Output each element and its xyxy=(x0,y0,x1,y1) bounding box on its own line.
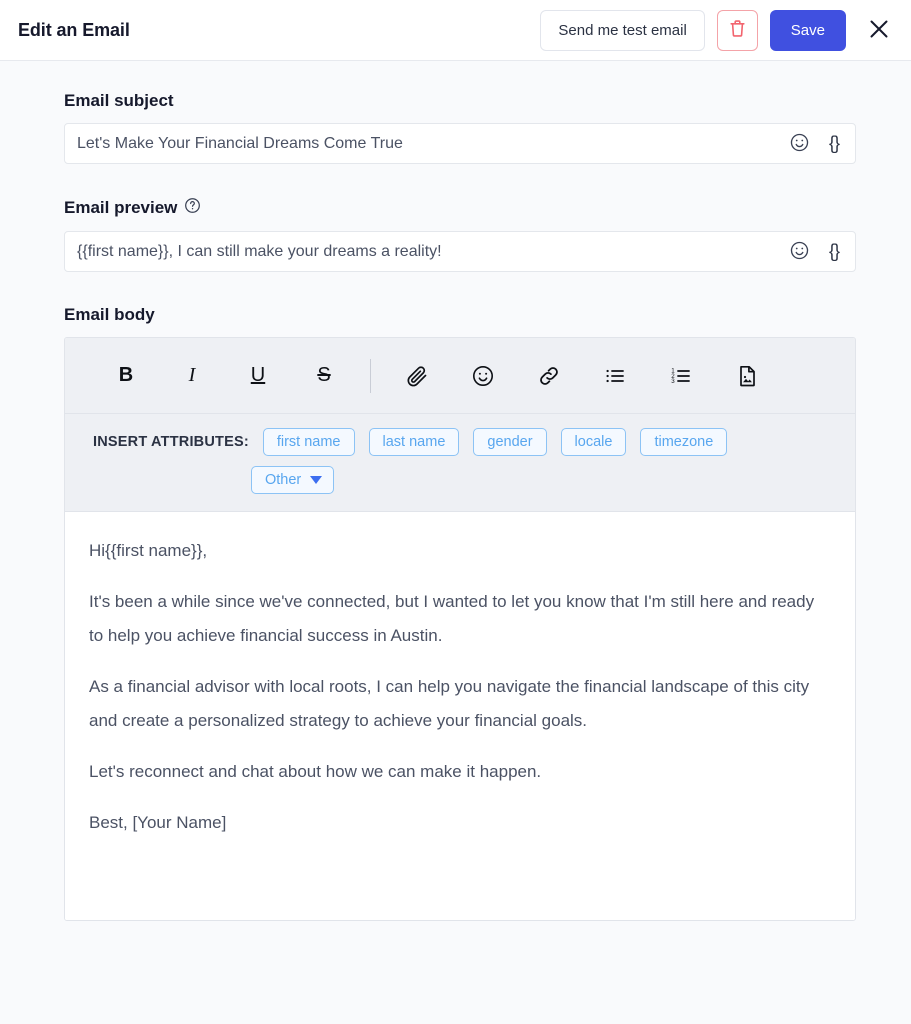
attachment-icon[interactable] xyxy=(384,356,450,396)
body-paragraph: It's been a while since we've connected,… xyxy=(89,592,815,645)
strikethrough-glyph: S xyxy=(317,364,331,386)
attribute-chip-last-name[interactable]: last name xyxy=(368,428,460,456)
attribute-chip-gender[interactable]: gender xyxy=(473,428,547,456)
insert-image-icon[interactable] xyxy=(714,356,780,396)
attribute-chip-timezone[interactable]: timezone xyxy=(640,428,728,456)
underline-glyph: U xyxy=(250,364,266,386)
help-icon[interactable] xyxy=(184,197,201,219)
subject-merge-tag-button[interactable]: {} xyxy=(828,133,840,154)
bulleted-list-icon[interactable] xyxy=(582,356,648,396)
body-paragraph: Hi{{first name}}, xyxy=(89,541,208,560)
close-button[interactable] xyxy=(864,15,894,45)
email-body-editor: B I U S 1 2 3 INSERT ATTRIBUTES: first n… xyxy=(64,337,856,921)
subject-label: Email subject xyxy=(64,91,174,110)
toolbar-divider xyxy=(370,358,371,393)
body-paragraph: Let's reconnect and chat about how we ca… xyxy=(89,762,542,781)
subject-input[interactable]: Let's Make Your Financial Dreams Come Tr… xyxy=(64,123,856,164)
page-title: Edit an Email xyxy=(18,19,130,40)
attribute-chip-other[interactable]: Other xyxy=(251,466,335,494)
bold-icon[interactable]: B xyxy=(93,356,159,396)
save-button[interactable]: Save xyxy=(769,9,846,51)
italic-glyph: I xyxy=(188,364,196,386)
email-body-content[interactable]: Hi{{first name}}, It's been a while sinc… xyxy=(65,512,855,920)
email-editor-form: Email subject Let's Make Your Financial … xyxy=(0,61,911,921)
strikethrough-icon[interactable]: S xyxy=(291,356,357,396)
curly-braces-icon: {} xyxy=(828,133,840,153)
smiley-icon xyxy=(789,132,810,156)
subject-input-value[interactable]: Let's Make Your Financial Dreams Come Tr… xyxy=(77,124,789,163)
body-label: Email body xyxy=(64,305,155,324)
underline-icon[interactable]: U xyxy=(225,356,291,396)
insert-attributes-bar: INSERT ATTRIBUTES: first name last name … xyxy=(65,414,855,512)
numbered-list-icon[interactable]: 1 2 3 xyxy=(648,356,714,396)
send-test-email-button[interactable]: Send me test email xyxy=(540,9,705,51)
insert-attributes-label: INSERT ATTRIBUTES: xyxy=(93,434,249,450)
preview-label: Email preview xyxy=(64,197,856,219)
trash-icon xyxy=(729,19,746,41)
preview-merge-tag-button[interactable]: {} xyxy=(828,241,840,262)
curly-braces-icon: {} xyxy=(828,241,840,261)
preview-input-value[interactable]: {{first name}}, I can still make your dr… xyxy=(77,232,789,271)
subject-input-icons: {} xyxy=(789,132,843,156)
chevron-down-icon xyxy=(310,476,323,484)
close-icon xyxy=(868,18,890,43)
italic-icon[interactable]: I xyxy=(159,356,225,396)
attribute-other-row: Other xyxy=(251,466,827,494)
bold-glyph: B xyxy=(118,364,134,386)
svg-text:3: 3 xyxy=(671,378,675,385)
editor-toolbar: B I U S 1 2 3 xyxy=(65,338,855,414)
preview-input-icons: {} xyxy=(789,240,843,264)
delete-button[interactable] xyxy=(716,9,758,51)
attribute-chip-locale[interactable]: locale xyxy=(560,428,627,456)
attribute-chip-first-name[interactable]: first name xyxy=(262,428,355,456)
link-icon[interactable] xyxy=(516,356,582,396)
preview-emoji-button[interactable] xyxy=(789,240,810,264)
smiley-icon xyxy=(789,240,810,264)
attribute-chip-other-label: Other xyxy=(265,472,302,488)
body-paragraph: Best, [Your Name] xyxy=(89,813,227,832)
body-paragraph: As a financial advisor with local roots,… xyxy=(89,677,810,730)
page-header: Edit an Email Send me test email Save xyxy=(0,0,911,61)
subject-emoji-button[interactable] xyxy=(789,132,810,156)
header-actions: Send me test email Save xyxy=(540,9,894,51)
preview-input[interactable]: {{first name}}, I can still make your dr… xyxy=(64,231,856,272)
emoji-icon[interactable] xyxy=(450,356,516,396)
